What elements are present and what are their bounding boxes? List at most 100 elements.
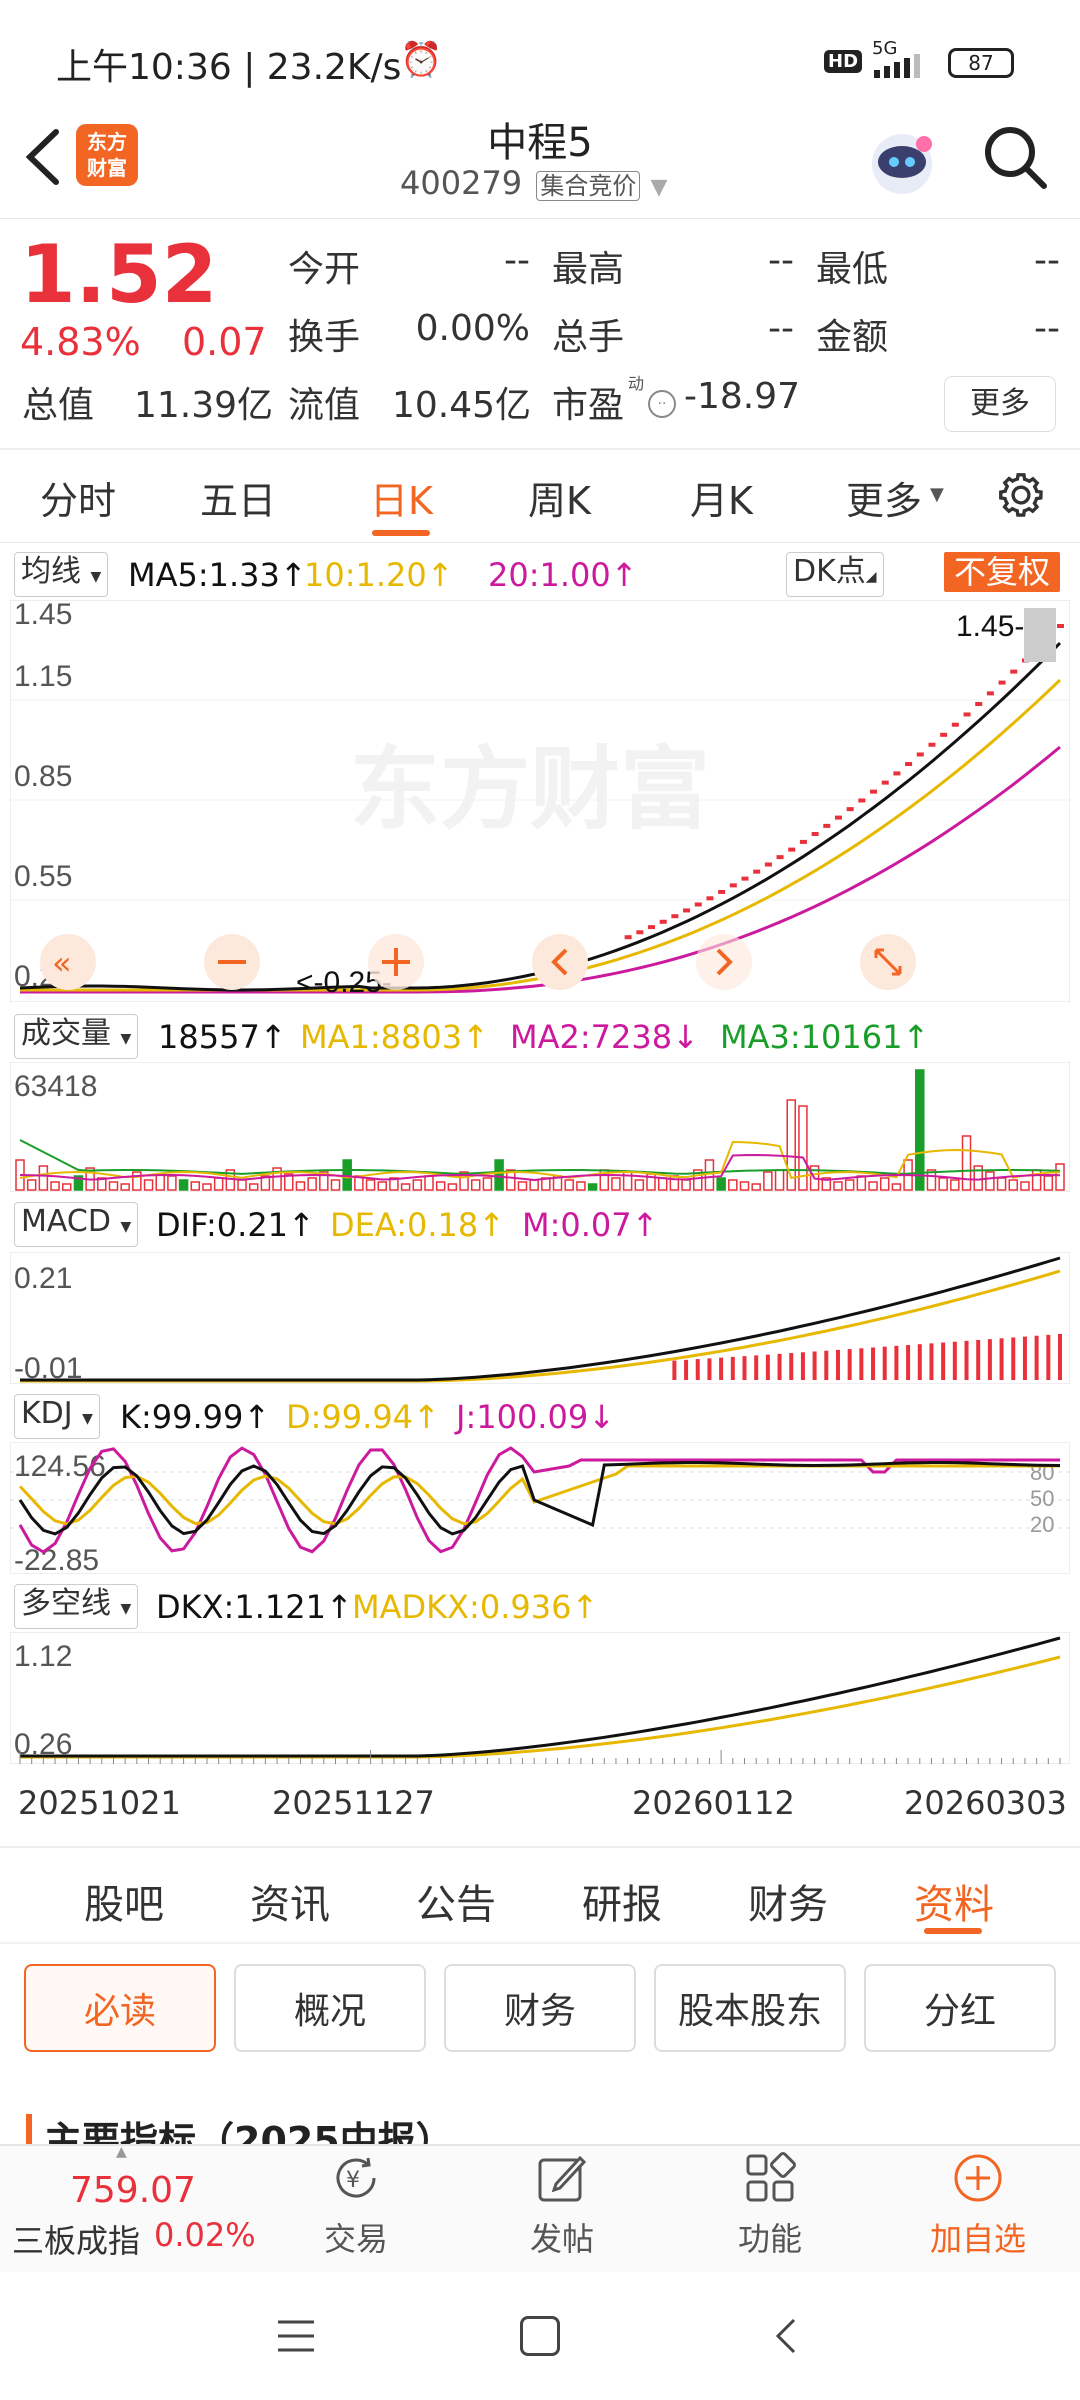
pe-value: -18.97 bbox=[684, 376, 801, 417]
tab-intraday[interactable]: 分时 bbox=[40, 470, 116, 525]
adjust-badge[interactable]: 不复权 bbox=[944, 552, 1061, 592]
hd-icon: HD bbox=[824, 50, 863, 73]
tab-active-indicator bbox=[372, 530, 430, 536]
rewind-icon[interactable]: « bbox=[40, 934, 96, 990]
nav-post[interactable]: 发帖 bbox=[482, 2150, 642, 2260]
search-icon[interactable] bbox=[980, 122, 1052, 194]
caret-down-icon[interactable]: ▼ bbox=[651, 175, 668, 200]
kdj-selector[interactable]: KDJ ▼ bbox=[14, 1394, 100, 1439]
section-title-row: 主要指标（2025中报） bbox=[0, 2100, 1080, 2144]
caret-down-icon: ▼ bbox=[90, 569, 102, 585]
date-label: 20260112 bbox=[632, 1784, 795, 1822]
kline-candle bbox=[881, 780, 889, 785]
macd-bar bbox=[917, 1344, 922, 1380]
macd-y-top: 0.21 bbox=[14, 1262, 72, 1295]
index-name[interactable]: 三板成指 bbox=[12, 2216, 140, 2262]
macd-chart[interactable]: 0.21 -0.01 bbox=[10, 1252, 1070, 1384]
nav-functions[interactable]: 功能 bbox=[690, 2150, 850, 2260]
macd-dif-text: DIF:0.21 bbox=[156, 1206, 289, 1244]
section-accent bbox=[26, 2114, 32, 2144]
madkx-value: MADKX:0.936↑ bbox=[352, 1588, 599, 1626]
menu-icon[interactable] bbox=[276, 2318, 316, 2354]
back-nav-icon[interactable] bbox=[770, 2316, 800, 2356]
dk-button[interactable]: DK点◢ bbox=[786, 552, 884, 597]
tab-five-day[interactable]: 五日 bbox=[200, 470, 276, 525]
dkx-selector[interactable]: 多空线 ▼ bbox=[14, 1584, 139, 1629]
volume-bar bbox=[342, 1159, 352, 1191]
low-value: -- bbox=[1034, 240, 1060, 281]
macd-bar bbox=[941, 1342, 946, 1380]
kline-candle bbox=[940, 732, 948, 737]
kline-legend: 均线 ▼ MA5:1.33↑ 10:1.20↑ 20:1.00↑ DK点◢ 不复… bbox=[0, 546, 1080, 598]
volume-selector[interactable]: 成交量 ▼ bbox=[14, 1014, 139, 1059]
tab-research[interactable]: 研报 bbox=[582, 1872, 662, 1930]
kline-candle bbox=[648, 925, 656, 930]
volume-bar bbox=[587, 1183, 598, 1191]
info-icon[interactable]: ·· bbox=[648, 390, 676, 418]
tab-announcements[interactable]: 公告 bbox=[416, 1872, 496, 1930]
kline-candle bbox=[718, 889, 726, 894]
more-button[interactable]: 更多 bbox=[944, 376, 1056, 432]
index-change[interactable]: 0.02% bbox=[154, 2216, 256, 2254]
tab-forum[interactable]: 股吧 bbox=[84, 1872, 164, 1930]
menu-dividends[interactable]: 分红 bbox=[864, 1964, 1056, 2052]
menu-must-read[interactable]: 必读 bbox=[24, 1964, 216, 2052]
macd-dea: DEA:0.18↑ bbox=[330, 1206, 506, 1244]
amount-label: 金额 bbox=[816, 317, 889, 358]
robot-avatar-icon[interactable] bbox=[862, 122, 942, 202]
volume-bar bbox=[716, 1177, 726, 1191]
tab-monthly-k[interactable]: 月K bbox=[690, 470, 753, 525]
volume-value: -- bbox=[768, 308, 794, 349]
caret-down-icon[interactable]: ▼ bbox=[930, 484, 944, 505]
tab-finance[interactable]: 财务 bbox=[748, 1872, 828, 1930]
auction-tag[interactable]: 集合竞价 bbox=[536, 171, 641, 201]
section-title: 主要指标（2025中报） bbox=[44, 2119, 454, 2144]
tab-daily-k[interactable]: 日K bbox=[370, 470, 433, 525]
ma10-text: 10:1.20 bbox=[304, 556, 427, 594]
high-value: -- bbox=[768, 240, 794, 281]
index-value[interactable]: 759.07 bbox=[70, 2170, 196, 2211]
mktcap-value: 11.39亿 bbox=[134, 385, 274, 426]
nav-add-watchlist[interactable]: 加自选 bbox=[898, 2150, 1058, 2260]
dkx-legend: 多空线 ▼ DKX:1.121↑ MADKX:0.936↑ bbox=[0, 1580, 1080, 1630]
logo-text: 东方财富 bbox=[87, 130, 127, 180]
period-tabs: 分时 五日 日K 周K 月K 更多 ▼ bbox=[0, 450, 1080, 542]
home-icon[interactable] bbox=[520, 2316, 560, 2356]
menu-shareholders[interactable]: 股本股东 bbox=[654, 1964, 846, 2052]
macd-bar bbox=[765, 1354, 770, 1380]
macd-bar bbox=[754, 1355, 759, 1380]
zoom-out-icon[interactable] bbox=[204, 934, 260, 990]
stock-code: 400279 bbox=[400, 164, 523, 202]
tab-more[interactable]: 更多 bbox=[846, 470, 922, 525]
dkx-chart[interactable]: 1.12 0.26 bbox=[10, 1632, 1070, 1764]
next-icon[interactable] bbox=[696, 934, 752, 990]
ma-selector[interactable]: 均线 ▼ bbox=[14, 552, 109, 597]
macd-selector[interactable]: MACD ▼ bbox=[14, 1202, 139, 1247]
kdj-j: J:100.09↓ bbox=[456, 1398, 615, 1436]
kline-candle bbox=[846, 807, 854, 812]
kline-chart[interactable]: 东方财富 1.451.150.850.550.25 1.45-> <-0.25-… bbox=[10, 600, 1070, 1002]
macd-bar bbox=[695, 1359, 700, 1380]
zoom-in-icon[interactable] bbox=[368, 934, 424, 990]
tab-profile[interactable]: 资料 bbox=[914, 1872, 994, 1930]
turnover-label: 换手 bbox=[288, 317, 361, 358]
tab-news[interactable]: 资讯 bbox=[250, 1872, 330, 1930]
prev-icon[interactable] bbox=[532, 934, 588, 990]
fullscreen-icon[interactable] bbox=[860, 934, 916, 990]
kline-candle bbox=[975, 701, 983, 706]
nav-trade[interactable]: ¥ 交易 bbox=[276, 2150, 436, 2260]
kline-candle bbox=[636, 930, 644, 935]
menu-overview[interactable]: 概况 bbox=[234, 1964, 426, 2052]
ma20-value: 20:1.00↑ bbox=[488, 556, 638, 594]
volume-chart[interactable]: 63418 bbox=[10, 1062, 1070, 1192]
kline-candle bbox=[963, 712, 971, 717]
kline-candle bbox=[706, 896, 714, 901]
kline-candle bbox=[659, 919, 667, 924]
macd-bar bbox=[906, 1345, 911, 1380]
settings-icon[interactable] bbox=[994, 468, 1048, 522]
kline-candle bbox=[788, 847, 796, 852]
menu-finance[interactable]: 财务 bbox=[444, 1964, 636, 2052]
tab-weekly-k[interactable]: 周K bbox=[528, 470, 591, 525]
back-icon[interactable] bbox=[18, 122, 68, 192]
kdj-chart[interactable]: 124.56 -22.85 80 50 20 bbox=[10, 1442, 1070, 1574]
